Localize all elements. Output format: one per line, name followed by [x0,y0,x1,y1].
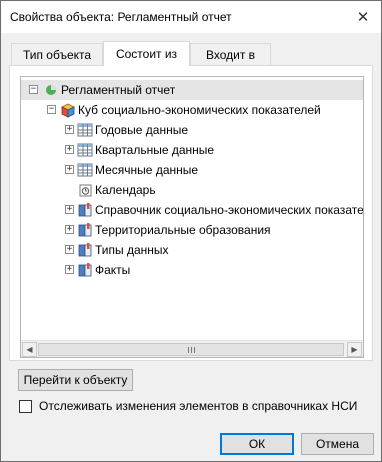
tab-panel: − Регламентный отчет − Куб социально-эко… [9,65,373,361]
collapse-icon[interactable]: − [47,105,56,114]
horizontal-scrollbar[interactable]: ◀ ▶ [21,340,363,357]
tree-node-territories[interactable]: + Территориальные образования [21,220,363,240]
button-label: Перейти к объекту [23,373,128,387]
tree-node-root[interactable]: − Регламентный отчет [21,80,363,100]
tab-label: Состоит из [115,47,178,61]
tree-node-label: Годовые данные [95,123,189,137]
tree-node-monthly[interactable]: + Месячные данные [21,160,363,180]
track-changes-label: Отслеживать изменения элементов в справо… [39,399,358,413]
tab-consists-of[interactable]: Состоит из [103,41,190,66]
tree-node-quarterly[interactable]: + Квартальные данные [21,140,363,160]
expand-icon[interactable]: + [65,225,74,234]
table-icon [77,143,93,157]
title-bar: Свойства объекта: Регламентный отчет ✕ [1,1,381,33]
expand-icon[interactable]: + [65,245,74,254]
tree-node-label: Справочник социально-экономических показ… [95,203,364,217]
tree-node-label: Куб социально-экономических показателей [78,103,321,117]
expand-icon[interactable]: + [65,165,74,174]
tab-included-in[interactable]: Входит в [190,43,271,65]
track-changes-checkbox[interactable] [19,399,32,413]
collapse-icon[interactable]: − [29,85,38,94]
tree-node-label: Факты [95,263,131,277]
cancel-button[interactable]: Отмена [301,433,374,455]
tree-node-label: Территориальные образования [95,223,271,237]
dictionary-icon [78,263,92,277]
tree-node-calendar[interactable]: Календарь [21,180,363,200]
arrow-right-icon: ▶ [351,345,358,354]
expand-icon[interactable]: + [65,265,74,274]
arrow-left-icon: ◀ [26,345,33,354]
scroll-thumb[interactable] [38,343,344,356]
tree-node-yearly[interactable]: + Годовые данные [21,120,363,140]
scroll-left-button[interactable]: ◀ [22,342,37,357]
table-icon [77,123,93,137]
close-icon: ✕ [356,9,370,26]
tree-node-indicators-dictionary[interactable]: + Справочник социально-экономических пок… [21,200,364,220]
dictionary-icon [78,243,92,257]
expand-icon[interactable]: + [65,125,74,134]
tree-node-label: Квартальные данные [95,143,215,157]
tree-node-facts[interactable]: + Факты [21,260,363,280]
tree-node-label: Типы данных [95,243,169,257]
tree-node-label: Регламентный отчет [61,83,176,97]
dictionary-icon [78,203,92,217]
goto-object-button[interactable]: Перейти к объекту [18,369,133,391]
expand-icon[interactable]: + [65,205,74,214]
tab-object-type[interactable]: Тип объекта [11,43,103,65]
report-icon [46,85,56,95]
tree-node-cube[interactable]: − Куб социально-экономических показателе… [21,100,363,120]
calendar-icon [79,184,92,197]
scroll-right-button[interactable]: ▶ [347,342,362,357]
cube-icon [61,103,75,118]
window-title: Свойства объекта: Регламентный отчет [10,10,232,24]
tab-label: Тип объекта [22,47,92,62]
properties-dialog: Свойства объекта: Регламентный отчет ✕ Т… [0,0,382,462]
close-button[interactable]: ✕ [351,5,375,29]
tree-node-label: Месячные данные [95,163,199,177]
dictionary-icon [78,223,92,237]
tab-label: Входит в [205,47,256,62]
track-changes-option[interactable]: Отслеживать изменения элементов в справо… [19,398,357,414]
ok-button[interactable]: ОК [220,433,294,455]
object-tree[interactable]: − Регламентный отчет − Куб социально-эко… [20,76,364,358]
table-icon [77,163,93,177]
button-label: ОК [248,437,266,451]
tree-node-data-types[interactable]: + Типы данных [21,240,363,260]
tree-node-label: Календарь [95,183,156,197]
expand-icon[interactable]: + [65,145,74,154]
button-label: Отмена [315,437,360,451]
